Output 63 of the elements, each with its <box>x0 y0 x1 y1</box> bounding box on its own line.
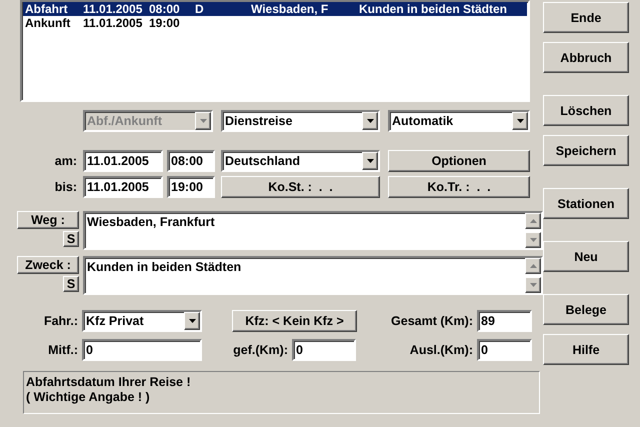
s-button[interactable]: S <box>63 276 79 292</box>
dialog-button[interactable]: Ende <box>543 2 629 33</box>
dialog-button[interactable]: Stationen <box>543 188 629 219</box>
time-field[interactable]: 19:00 <box>167 176 215 198</box>
cost-center-button[interactable]: Ko.St. : . . <box>221 176 380 198</box>
cost-unit-button[interactable]: Ko.Tr. : . . <box>388 176 530 198</box>
field-label: am: <box>54 154 78 168</box>
total-km-field[interactable]: 89 <box>477 310 532 332</box>
list-cell-text: Wiesbaden, F <box>251 2 330 16</box>
scroll-up-button[interactable] <box>525 213 541 229</box>
field-label: gef.(Km): <box>232 343 289 357</box>
vehicle-button[interactable]: Kfz: < Kein Kfz > <box>232 310 357 332</box>
dialog-button[interactable]: Abbruch <box>543 42 629 73</box>
status-message: Abfahrtsdatum Ihrer Reise ! <box>26 375 192 390</box>
list-cell-text: Abfahrt <box>25 2 69 16</box>
down-arrow-icon <box>200 119 206 123</box>
date-field[interactable]: 11.01.2005 <box>83 150 163 172</box>
memo-button[interactable]: Zweck : <box>17 256 79 274</box>
text-area[interactable]: Wiesbaden, Frankfurt <box>83 211 543 250</box>
list-cell-text: Ankunft <box>25 16 72 30</box>
scroll-down-button[interactable] <box>525 232 541 248</box>
options-button[interactable]: Optionen <box>388 150 530 172</box>
scroll-up-button[interactable] <box>525 258 541 274</box>
dialog-button[interactable]: Speichern <box>543 135 629 166</box>
list-cell-text: 08:00 <box>149 2 181 16</box>
field-label: Gesamt (Km): <box>390 314 474 328</box>
down-arrow-icon <box>530 283 536 287</box>
up-arrow-icon <box>530 264 536 268</box>
text-area[interactable]: Kunden in beiden Städten <box>83 256 543 295</box>
dialog-button[interactable]: Löschen <box>543 95 629 126</box>
s-button[interactable]: S <box>63 231 79 247</box>
list-cell-text: 11.01.2005 <box>83 2 144 16</box>
passengers-field[interactable]: 0 <box>82 339 202 361</box>
down-arrow-icon <box>530 238 536 242</box>
down-arrow-icon <box>516 119 524 123</box>
date-field[interactable]: 11.01.2005 <box>83 176 163 198</box>
foreign-km-field[interactable]: 0 <box>477 339 532 361</box>
list-cell-text: Kunden in beiden Städten <box>359 2 508 16</box>
dialog-button[interactable]: Belege <box>543 294 629 325</box>
dropdown[interactable]: Automatik <box>388 110 530 132</box>
field-label: Ausl.(Km): <box>408 343 474 357</box>
dropdown[interactable]: Kfz Privat <box>82 310 202 332</box>
driven-km-field[interactable]: 0 <box>292 339 356 361</box>
status-message: ( Wichtige Angabe ! ) <box>26 390 151 405</box>
down-arrow-icon <box>366 119 374 123</box>
down-arrow-icon <box>366 159 374 163</box>
down-arrow-icon <box>188 319 196 323</box>
dialog-button[interactable]: Neu <box>543 241 629 272</box>
list-row[interactable]: Abfahrt 11.01.2005 08:00 D Wiesbaden, F Kunden in beiden Städten <box>23 2 527 16</box>
up-arrow-icon <box>530 219 536 223</box>
time-field[interactable]: 08:00 <box>167 150 215 172</box>
list-cell-text: D <box>195 2 205 16</box>
list-row[interactable]: Ankunft 11.01.2005 19:00 <box>23 16 527 30</box>
list-cell-text: 11.01.2005 <box>83 16 144 30</box>
list-cell-text: 19:00 <box>149 16 181 30</box>
scroll-down-button[interactable] <box>525 277 541 293</box>
dropdown[interactable]: Deutschland <box>221 150 380 172</box>
field-label: Mitf.: <box>47 343 79 357</box>
dropdown[interactable]: Dienstreise <box>221 110 380 132</box>
field-label: Fahr.: <box>42 314 79 328</box>
dialog-button[interactable]: Hilfe <box>543 334 629 365</box>
memo-button[interactable]: Weg : <box>17 211 79 229</box>
field-label: bis: <box>54 180 78 194</box>
